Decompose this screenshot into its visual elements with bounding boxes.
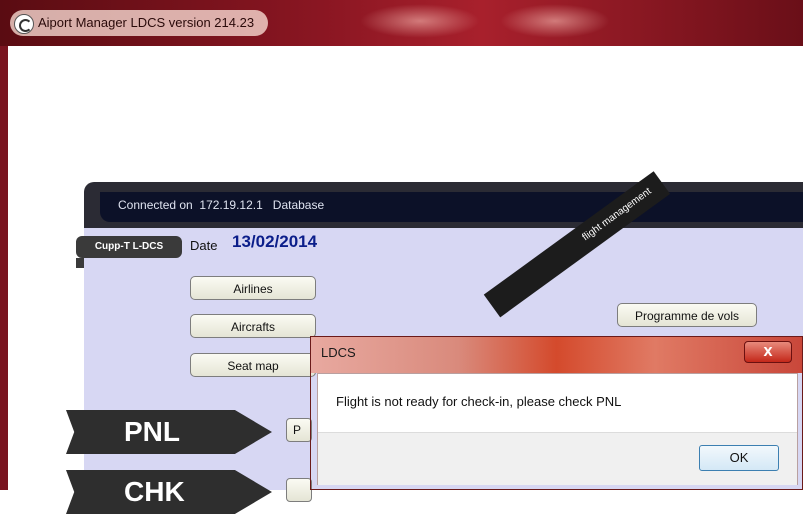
dialog-footer: OK bbox=[318, 432, 797, 485]
chk-button[interactable] bbox=[286, 478, 312, 502]
window-frame bbox=[0, 46, 8, 490]
pnl-button[interactable]: P bbox=[286, 418, 312, 442]
titlebar-glow bbox=[500, 4, 610, 38]
dialog-body: Flight is not ready for check-in, please… bbox=[317, 373, 798, 485]
close-button[interactable]: X bbox=[744, 341, 792, 363]
app-icon bbox=[14, 14, 34, 34]
aircrafts-button[interactable]: Aircrafts bbox=[190, 314, 316, 338]
seat-map-button[interactable]: Seat map bbox=[190, 353, 316, 377]
window-title: Aiport Manager LDCS version 214.23 bbox=[10, 10, 269, 36]
pnl-label: PNL bbox=[66, 410, 272, 454]
dialog-message: Flight is not ready for check-in, please… bbox=[336, 394, 622, 409]
ok-button[interactable]: OK bbox=[699, 445, 779, 471]
programme-de-vols-button[interactable]: Programme de vols bbox=[617, 303, 757, 327]
airlines-button[interactable]: Airlines bbox=[190, 276, 316, 300]
dialog-title: LDCS bbox=[321, 345, 356, 360]
connection-status: Connected on 172.19.12.1 Database bbox=[118, 198, 325, 212]
titlebar-glow bbox=[360, 4, 480, 38]
chk-label: CHK bbox=[66, 470, 272, 514]
user-badge: Cupp-T L-DCS bbox=[76, 236, 182, 268]
date-label: Date bbox=[190, 238, 218, 253]
date-value: 13/02/2014 bbox=[232, 232, 318, 251]
ldcs-dialog: LDCS X Flight is not ready for check-in,… bbox=[310, 336, 803, 490]
window-titlebar[interactable]: Aiport Manager LDCS version 214.23 bbox=[0, 0, 803, 46]
dialog-titlebar[interactable]: LDCS X bbox=[311, 337, 802, 373]
